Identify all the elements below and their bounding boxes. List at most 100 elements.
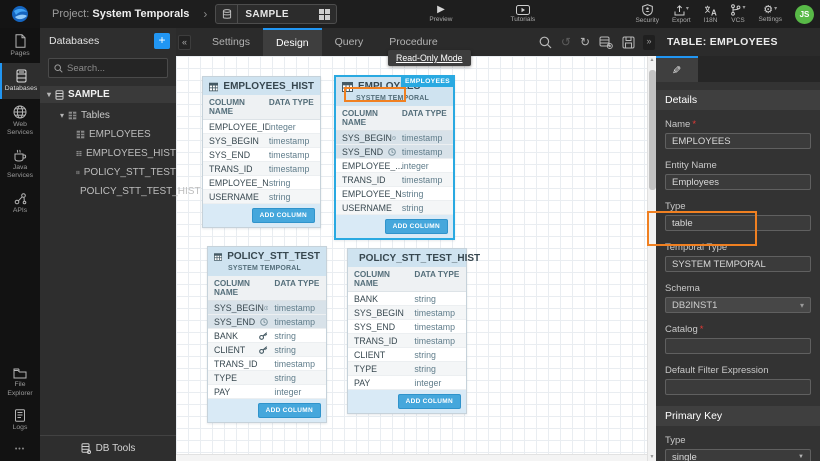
column-row[interactable]: USERNAMEstring: [336, 201, 453, 215]
add-column-button[interactable]: ADD COLUMN: [252, 208, 315, 223]
column-row[interactable]: TRANS_IDtimestamp: [348, 334, 466, 348]
column-row[interactable]: SYS_ENDtimestamp: [336, 145, 453, 159]
save-icon[interactable]: [622, 36, 635, 49]
column-row[interactable]: TRANS_IDtimestamp: [203, 162, 320, 176]
column-row[interactable]: TYPEstring: [348, 362, 466, 376]
search-icon[interactable]: [539, 36, 552, 49]
column-row[interactable]: SYS_BEGINtimestamp: [348, 306, 466, 320]
vcs-button[interactable]: ▾ VCS: [730, 4, 745, 24]
undo-icon[interactable]: ↺: [561, 36, 571, 48]
column-row[interactable]: USERNAMEstring: [203, 190, 320, 204]
table-card-employees[interactable]: EMPLOYEES EMPLOYEES SYSTEM TEMPORAL COLU…: [334, 75, 455, 240]
column-row[interactable]: SYS_ENDtimestamp: [203, 148, 320, 162]
tab-settings[interactable]: Settings: [199, 28, 263, 56]
card-header[interactable]: POLICY_STT_TEST SYSTEM TEMPORAL: [208, 247, 326, 276]
canvas-vertical-scrollbar[interactable]: ▲ ▼: [647, 56, 656, 461]
scroll-up-icon[interactable]: ▲: [650, 56, 655, 64]
rail-item-pages[interactable]: Pages: [0, 28, 40, 63]
db-tools-button[interactable]: DB Tools: [40, 435, 176, 461]
collapse-panel-button[interactable]: «: [178, 35, 191, 50]
column-row[interactable]: SYS_BEGINtimestamp: [336, 131, 453, 145]
reimport-database-icon[interactable]: [599, 36, 613, 49]
tab-query[interactable]: Query: [322, 28, 377, 56]
column-rows: SYS_BEGINtimestamp SYS_ENDtimestamp EMPL…: [336, 131, 453, 215]
entity-name-input[interactable]: Employees: [665, 174, 811, 190]
export-button[interactable]: ▾ Export: [672, 5, 691, 24]
tree-node-table[interactable]: POLICY_STT_TEST_HIST: [40, 183, 176, 199]
i18n-button[interactable]: A I18N: [704, 5, 718, 24]
column-row[interactable]: EMPLOYEE_NAMEstring: [336, 187, 453, 201]
rail-item-file-explorer[interactable]: File Explorer: [0, 362, 40, 403]
tree-node-database[interactable]: ▾ SAMPLE: [40, 86, 176, 103]
field-temporal-type: Temporal Type SYSTEM TEMPORAL: [656, 242, 820, 272]
add-column-button[interactable]: ADD COLUMN: [258, 403, 321, 418]
table-card-policy-stt-test[interactable]: POLICY_STT_TEST SYSTEM TEMPORAL COLUMN N…: [207, 246, 327, 423]
scroll-down-icon[interactable]: ▼: [650, 453, 655, 461]
column-row[interactable]: EMPLOYEE_...integer: [336, 159, 453, 173]
rail-item-java-services[interactable]: Java Services: [0, 143, 40, 186]
schema-design-canvas[interactable]: EMPLOYEES_HIST COLUMN NAME DATA TYPE EMP…: [176, 56, 647, 454]
column-row[interactable]: EMPLOYEE_NAMEstring: [203, 176, 320, 190]
database-search-input[interactable]: Search...: [48, 58, 168, 78]
more-options-icon[interactable]: •••: [0, 446, 40, 453]
column-row[interactable]: SYS_BEGINtimestamp: [208, 301, 326, 315]
column-row[interactable]: SYS_BEGINtimestamp: [203, 134, 320, 148]
schema-select[interactable]: DB2INST1 ▾: [665, 297, 811, 313]
card-header[interactable]: EMPLOYEES_HIST: [203, 77, 320, 95]
column-header-row: COLUMN NAME DATA TYPE: [336, 106, 453, 131]
add-column-button[interactable]: ADD COLUMN: [385, 219, 448, 234]
column-row[interactable]: TYPEstring: [208, 371, 326, 385]
add-column-button[interactable]: ADD COLUMN: [398, 394, 461, 409]
chevron-right-icon[interactable]: ›: [203, 7, 207, 21]
expand-panel-button[interactable]: »: [643, 35, 655, 50]
card-header[interactable]: POLICY_STT_TEST_HIST: [348, 249, 466, 267]
security-button[interactable]: Security: [635, 4, 658, 24]
tree-node-tables-folder[interactable]: ▾ Tables: [40, 107, 176, 123]
card-footer: ADD COLUMN: [336, 215, 453, 238]
column-row[interactable]: CLIENTstring: [348, 348, 466, 362]
tab-edit-properties[interactable]: ✎: [656, 56, 698, 82]
temporal-type-input[interactable]: SYSTEM TEMPORAL: [665, 256, 811, 272]
rail-item-logs[interactable]: Logs: [0, 403, 40, 437]
add-database-button[interactable]: +: [154, 33, 170, 49]
tree-node-table[interactable]: EMPLOYEES_HIST: [40, 145, 176, 161]
database-selector[interactable]: SAMPLE: [215, 4, 337, 24]
default-filter-input[interactable]: [665, 379, 811, 395]
catalog-input[interactable]: [665, 338, 811, 354]
column-row[interactable]: PAYinteger: [208, 385, 326, 399]
grid-view-icon[interactable]: [319, 9, 330, 20]
settings-button[interactable]: ⚙ ▾ Settings: [759, 5, 783, 23]
panel-tab-strip: ✎: [656, 56, 820, 82]
column-row[interactable]: SYS_ENDtimestamp: [348, 320, 466, 334]
column-row[interactable]: BANKstring: [208, 329, 326, 343]
column-row[interactable]: PAYinteger: [348, 376, 466, 390]
column-row[interactable]: TRANS_IDtimestamp: [208, 357, 326, 371]
rail-item-databases[interactable]: Databases: [0, 63, 40, 98]
redo-icon[interactable]: ↻: [580, 36, 590, 48]
table-card-employees-hist[interactable]: EMPLOYEES_HIST COLUMN NAME DATA TYPE EMP…: [202, 76, 321, 228]
tree-node-table[interactable]: EMPLOYEES: [40, 126, 176, 142]
pencil-icon: ✎: [672, 64, 681, 77]
name-input[interactable]: EMPLOYEES: [665, 133, 811, 149]
canvas-horizontal-scrollbar[interactable]: [176, 454, 647, 461]
preview-button[interactable]: ▶ Preview: [429, 5, 452, 23]
rail-item-web-services[interactable]: Web Services: [0, 99, 40, 143]
table-card-policy-stt-test-hist[interactable]: POLICY_STT_TEST_HIST COLUMN NAME DATA TY…: [347, 248, 467, 414]
tab-design[interactable]: Design: [263, 28, 322, 56]
card-footer: ADD COLUMN: [348, 390, 466, 413]
column-row[interactable]: TRANS_IDtimestamp: [336, 173, 453, 187]
tutorials-button[interactable]: Tutorials: [511, 5, 536, 23]
column-row[interactable]: EMPLOYEE_IDinteger: [203, 120, 320, 134]
column-row[interactable]: CLIENTstring: [208, 343, 326, 357]
user-avatar[interactable]: JS: [795, 5, 814, 24]
type-input[interactable]: table: [665, 215, 811, 231]
chevron-down-icon: ▾: [686, 5, 689, 12]
rail-item-apis[interactable]: APIs: [0, 186, 40, 220]
column-row[interactable]: BANKstring: [348, 292, 466, 306]
column-row[interactable]: SYS_ENDtimestamp: [208, 315, 326, 329]
scrollbar-thumb[interactable]: [649, 70, 656, 190]
pk-type-select[interactable]: single ▼: [665, 449, 811, 461]
tree-node-table[interactable]: POLICY_STT_TEST: [40, 164, 176, 180]
app-logo[interactable]: [0, 0, 40, 28]
tree-table-name: POLICY_STT_TEST: [84, 167, 176, 178]
